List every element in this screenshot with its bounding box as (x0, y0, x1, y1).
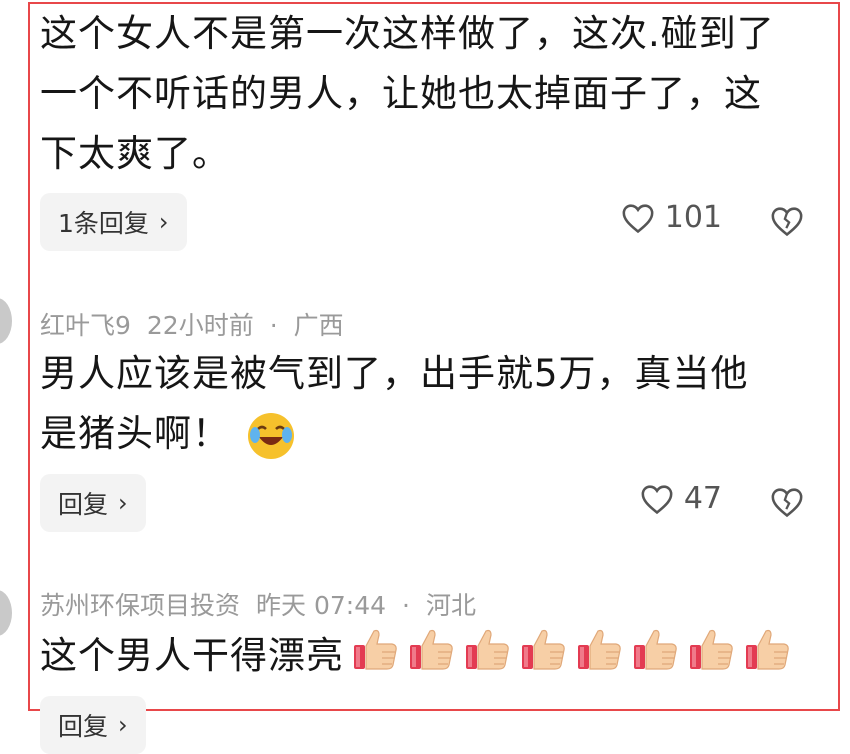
reply-label: 1条回复 (58, 209, 149, 238)
reply-button[interactable]: 回复 › (40, 474, 146, 532)
meta-separator: · (402, 591, 410, 620)
comment-text-line: 这个女人不是第一次这样做了，这次.碰到了 (40, 12, 775, 55)
comment-text-line: 男人应该是被气到了，出手就5万，真当他 (40, 352, 749, 395)
meta-separator: · (269, 311, 278, 340)
thumbs-up-emoji-icon (464, 627, 512, 689)
reply-label: 回复 (58, 712, 109, 741)
thumbs-up-emoji-icon (688, 627, 736, 689)
broken-heart-icon (771, 488, 803, 518)
thumbs-up-emoji-icon (576, 627, 624, 689)
comment-meta: 红叶飞9 22小时前 · 广西 (40, 306, 360, 342)
thumbs-up-emoji-icon (520, 627, 568, 689)
thumbs-up-emoji-row (344, 629, 792, 677)
like-count: 47 (683, 481, 722, 516)
comment-text-line: 一个不听话的男人，让她也太掉面子了，这 (40, 72, 762, 115)
dislike-button[interactable] (770, 205, 804, 241)
view-replies-button[interactable]: 1条回复 › (40, 193, 187, 251)
timestamp: 22小时前 (146, 311, 254, 340)
chevron-right-icon: › (118, 711, 128, 739)
region: 河北 (425, 591, 476, 620)
dislike-button[interactable] (770, 486, 804, 522)
username[interactable]: 苏州环保项目投资 (40, 591, 240, 620)
reply-label: 回复 (58, 490, 109, 519)
comment-text-line: 下太爽了。 (40, 132, 230, 175)
timestamp: 昨天 07:44 (256, 591, 387, 620)
comment-text-line: 是猪头啊！ (40, 404, 294, 464)
comment-text-fragment: 这个男人干得漂亮 (40, 634, 344, 677)
comment-text-fragment: 是猪头啊！ (40, 412, 230, 455)
chevron-right-icon: › (158, 208, 169, 236)
comment-meta: 苏州环保项目投资 昨天 07:44 · 河北 (40, 586, 492, 622)
thumbs-up-emoji-icon (352, 627, 400, 689)
comment-text-line: 这个男人干得漂亮 (40, 626, 792, 689)
chevron-right-icon: › (118, 489, 128, 517)
laughing-emoji-icon (248, 412, 294, 459)
heart-icon (641, 484, 673, 514)
thumbs-up-emoji-icon (744, 627, 792, 689)
heart-icon (622, 203, 654, 233)
like-count: 101 (664, 200, 722, 235)
like-button[interactable]: 47 (640, 481, 722, 516)
avatar[interactable] (0, 590, 12, 636)
thumbs-up-emoji-icon (632, 627, 680, 689)
reply-button[interactable]: 回复 › (40, 696, 146, 754)
username[interactable]: 红叶飞9 (40, 311, 131, 340)
region: 广西 (293, 311, 344, 340)
broken-heart-icon (771, 207, 803, 237)
avatar[interactable] (0, 298, 12, 344)
like-button[interactable]: 101 (621, 200, 722, 235)
thumbs-up-emoji-icon (408, 627, 456, 689)
